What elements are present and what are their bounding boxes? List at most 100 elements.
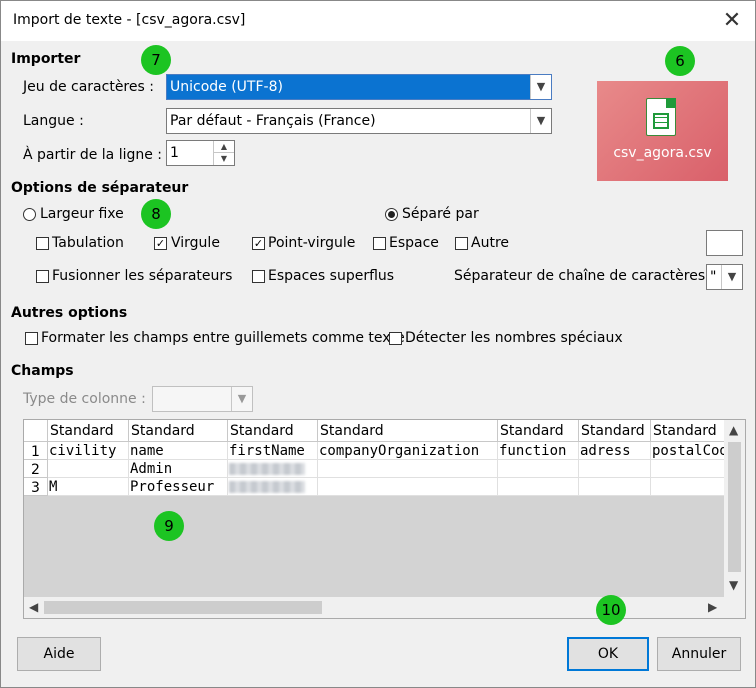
chevron-down-icon: ▼ xyxy=(530,109,551,133)
language-label: Langue : xyxy=(23,113,84,129)
grid-cell[interactable] xyxy=(48,460,129,478)
grid-cell[interactable]: firstName xyxy=(228,442,318,460)
separator-section-title: Options de séparateur xyxy=(11,180,189,196)
merge-separators-checkbox[interactable] xyxy=(36,270,49,283)
spin-down-icon[interactable]: ▼ xyxy=(214,153,234,165)
column-header[interactable]: Standard xyxy=(48,420,129,442)
annotation-badge: 8 xyxy=(141,199,171,229)
grid-cell[interactable] xyxy=(318,478,498,496)
column-header[interactable]: Standard xyxy=(318,420,498,442)
chevron-down-icon: ▼ xyxy=(231,387,252,411)
grid-corner-header xyxy=(24,420,48,442)
grid-cell[interactable]: Professeur xyxy=(129,478,228,496)
quoted-as-text-checkbox[interactable] xyxy=(25,332,38,345)
column-type-select[interactable]: ▼ xyxy=(152,386,253,412)
grid-cell[interactable] xyxy=(579,460,651,478)
grid-cell[interactable]: name xyxy=(129,442,228,460)
grid-cell[interactable] xyxy=(498,460,579,478)
chevron-down-icon: ▼ xyxy=(721,265,742,289)
horizontal-scroll-thumb[interactable] xyxy=(44,601,322,614)
column-header[interactable]: Standard xyxy=(498,420,579,442)
column-header[interactable]: Standard xyxy=(579,420,651,442)
help-button[interactable]: Aide xyxy=(17,637,101,671)
file-name: csv_agora.csv xyxy=(613,145,712,161)
from-row-value: 1 xyxy=(170,145,179,161)
grid-cell[interactable]: function xyxy=(498,442,579,460)
from-row-label: À partir de la ligne : xyxy=(23,147,163,163)
grid-cell[interactable]: postalCode xyxy=(651,442,725,460)
trim-spaces-checkbox[interactable] xyxy=(252,270,265,283)
annotation-badge: 10 xyxy=(596,595,626,625)
importer-section-title: Importer xyxy=(11,51,81,67)
column-header[interactable]: Standard xyxy=(228,420,318,442)
vertical-scroll-thumb[interactable] xyxy=(728,442,741,572)
language-select[interactable]: Par défaut - Français (France) ▼ xyxy=(166,108,552,134)
file-preview-thumbnail: csv_agora.csv xyxy=(597,81,728,181)
redacted-text xyxy=(229,463,305,475)
import-text-dialog: Import de texte - [csv_agora.csv] ✕ Impo… xyxy=(0,0,756,688)
other-checkbox[interactable] xyxy=(455,237,468,250)
merge-separators-label: Fusionner les séparateurs xyxy=(52,268,233,284)
space-checkbox[interactable] xyxy=(373,237,386,250)
scrollbar-corner xyxy=(724,597,745,618)
fields-section-title: Champs xyxy=(11,363,74,379)
grid-cell[interactable] xyxy=(651,478,725,496)
redacted-text xyxy=(229,481,305,493)
special-numbers-checkbox[interactable] xyxy=(389,332,402,345)
column-type-label: Type de colonne : xyxy=(23,391,146,407)
grid-viewport: Standard Standard Standard Standard Stan… xyxy=(24,420,725,598)
annotation-badge: 6 xyxy=(665,46,695,76)
column-header[interactable]: Standard xyxy=(129,420,228,442)
scroll-up-icon[interactable]: ▲ xyxy=(729,423,738,437)
string-delimiter-value: " xyxy=(710,269,717,285)
quoted-as-text-label: Formater les champs entre guillemets com… xyxy=(41,330,405,346)
ok-button[interactable]: OK xyxy=(567,637,649,671)
scroll-right-icon[interactable]: ▶ xyxy=(708,600,717,614)
grid-cell[interactable] xyxy=(579,478,651,496)
grid-cell[interactable]: M xyxy=(48,478,129,496)
column-header[interactable]: Standard xyxy=(651,420,725,442)
grid-cell-redacted[interactable] xyxy=(228,478,318,496)
spreadsheet-file-icon xyxy=(646,98,676,136)
semicolon-checkbox[interactable]: ✓ xyxy=(252,237,265,250)
fixed-width-radio[interactable] xyxy=(23,208,36,221)
dialog-title: Import de texte - [csv_agora.csv] xyxy=(13,12,246,28)
grid-cell[interactable]: adress xyxy=(579,442,651,460)
charset-select[interactable]: Unicode (UTF-8) ▼ xyxy=(166,74,552,100)
vertical-scrollbar[interactable]: ▲ ▼ xyxy=(724,420,745,598)
other-separator-input[interactable] xyxy=(706,230,743,256)
row-number: 2 xyxy=(24,460,48,478)
scroll-left-icon[interactable]: ◀ xyxy=(29,600,38,614)
spinner-buttons[interactable]: ▲ ▼ xyxy=(213,141,234,165)
annotation-badge: 7 xyxy=(141,45,171,75)
grid-cell[interactable] xyxy=(651,460,725,478)
string-delimiter-label: Séparateur de chaîne de caractères : xyxy=(454,268,715,284)
string-delimiter-select[interactable]: " ▼ xyxy=(706,264,743,290)
language-value: Par défaut - Français (France) xyxy=(170,113,376,129)
grid-cell[interactable]: civility xyxy=(48,442,129,460)
grid-cell[interactable] xyxy=(318,460,498,478)
row-number: 1 xyxy=(24,442,48,460)
spin-up-icon[interactable]: ▲ xyxy=(214,141,234,153)
cancel-button[interactable]: Annuler xyxy=(657,637,741,671)
space-label: Espace xyxy=(389,235,439,251)
fixed-width-label: Largeur fixe xyxy=(40,206,124,222)
grid-cell-redacted[interactable] xyxy=(228,460,318,478)
other-options-section-title: Autres options xyxy=(11,305,128,321)
close-icon[interactable]: ✕ xyxy=(717,7,747,35)
row-number: 3 xyxy=(24,478,48,496)
separated-by-label: Séparé par xyxy=(402,206,479,222)
trim-spaces-label: Espaces superflus xyxy=(268,268,395,284)
from-row-spinner[interactable]: 1 ▲ ▼ xyxy=(166,140,235,166)
separated-by-radio[interactable] xyxy=(385,208,398,221)
scroll-down-icon[interactable]: ▼ xyxy=(729,578,738,592)
comma-checkbox[interactable]: ✓ xyxy=(154,237,167,250)
charset-label: Jeu de caractères : xyxy=(23,79,154,95)
special-numbers-label: Détecter les nombres spéciaux xyxy=(405,330,623,346)
grid-cell[interactable] xyxy=(498,478,579,496)
tab-checkbox[interactable] xyxy=(36,237,49,250)
grid-cell[interactable]: Admin xyxy=(129,460,228,478)
annotation-badge: 9 xyxy=(154,511,184,541)
grid-cell[interactable]: companyOrganization xyxy=(318,442,498,460)
fields-preview-grid[interactable]: Standard Standard Standard Standard Stan… xyxy=(23,419,746,619)
